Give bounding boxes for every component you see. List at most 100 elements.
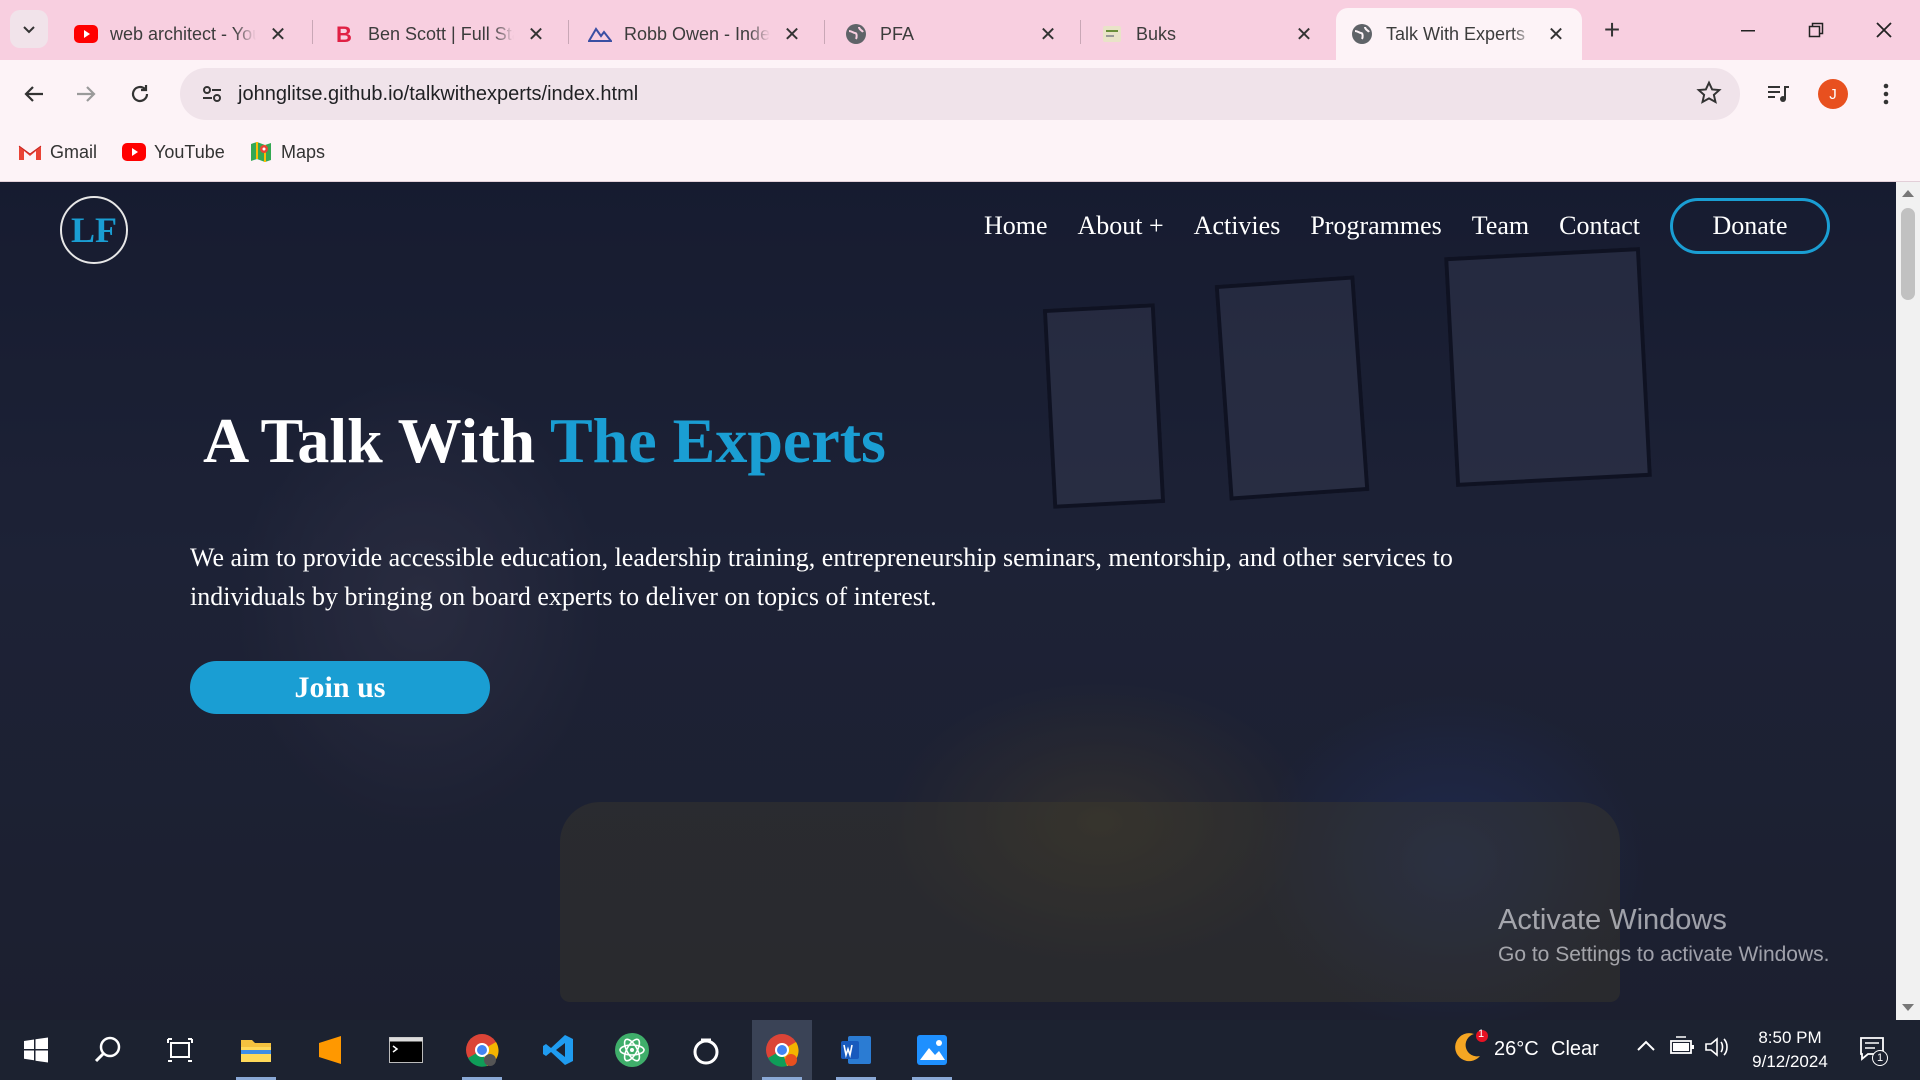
more-vertical-icon [1883,83,1889,105]
nav-home[interactable]: Home [984,211,1048,241]
weather-condition: Clear [1551,1038,1599,1060]
tab-robb-owen[interactable]: Robb Owen - Independent ✕ [574,8,818,60]
scroll-thumb[interactable] [1901,208,1915,300]
show-hidden-icons-button[interactable] [1636,1038,1656,1057]
nav-programmes[interactable]: Programmes [1310,211,1441,241]
battery-icon [1670,1036,1694,1054]
volume-button[interactable] [1704,1036,1730,1063]
profile-button[interactable]: J [1813,74,1853,114]
tab-search-button[interactable] [10,10,48,48]
tab-talk-with-experts[interactable]: Talk With Experts ✕ [1336,8,1582,60]
tab-ben-scott[interactable]: B Ben Scott | Full Stack ✕ [318,8,562,60]
nav-about[interactable]: About + [1078,211,1164,241]
tab-title: Ben Scott | Full Stack [368,23,514,44]
photos-taskbar[interactable] [902,1020,962,1080]
nav-team[interactable]: Team [1472,211,1529,241]
url-text: johnglitse.github.io/talkwithexperts/ind… [238,82,639,105]
notification-count: 1 [1872,1050,1888,1066]
hero-title-accent: The Experts [549,405,886,476]
tab-title: Buks [1136,23,1177,44]
globe-icon [1350,22,1374,46]
tab-strip: web architect - YouTube ✕ B Ben Scott | … [0,0,1920,60]
nav-activities[interactable]: Activies [1194,211,1281,241]
windows-taskbar: 1 26°C Clear 8:50 PM 9/12/2024 1 [0,1020,1920,1080]
close-icon[interactable]: ✕ [780,22,804,46]
terminal-taskbar[interactable] [376,1020,436,1080]
new-tab-button[interactable]: + [1596,14,1628,46]
folder-icon [241,1040,271,1062]
clock[interactable]: 8:50 PM 9/12/2024 [1740,1026,1840,1074]
minimize-icon [1741,30,1755,32]
bookmark-star-icon[interactable] [1696,80,1722,111]
donate-button[interactable]: Donate [1670,198,1830,254]
close-icon[interactable]: ✕ [1036,22,1060,46]
reload-icon [131,85,149,103]
chrome-profile-taskbar[interactable] [752,1020,812,1080]
weather-badge: 1 [1478,1028,1485,1040]
back-button[interactable] [14,74,54,114]
task-view-button[interactable] [150,1020,210,1080]
notifications-button[interactable]: 1 [1858,1034,1888,1069]
bookmark-youtube[interactable]: YouTube [122,140,225,164]
moon-weather-icon [1455,1030,1488,1062]
atom-taskbar[interactable] [602,1020,662,1080]
speaker-icon [1705,1037,1728,1057]
file-explorer-taskbar[interactable] [226,1020,286,1080]
globe-icon [844,22,868,46]
main-nav: Home About + Activies Programmes Team Co… [954,198,1830,254]
hero-title: A Talk With The Experts [203,404,886,478]
letter-b-icon: B [332,22,356,46]
site-logo[interactable]: LF [60,196,128,264]
bookmark-label: YouTube [154,141,225,162]
chrome-taskbar[interactable] [452,1020,512,1080]
close-icon[interactable]: ✕ [1292,22,1316,46]
watermark-subtitle: Go to Settings to activate Windows. [1498,943,1830,966]
scroll-up-arrow-icon[interactable] [1902,190,1914,197]
close-icon [1876,22,1892,38]
avatar: J [1818,79,1848,109]
bookmark-maps[interactable]: Maps [249,140,325,164]
bookmark-gmail[interactable]: Gmail [18,140,97,164]
reload-button[interactable] [120,74,160,114]
site-settings-icon[interactable] [188,68,236,120]
word-taskbar[interactable] [826,1020,886,1080]
obs-taskbar[interactable] [676,1020,736,1080]
nav-contact[interactable]: Contact [1559,211,1640,241]
close-window-button[interactable] [1854,8,1914,52]
sublime-text-taskbar[interactable] [300,1020,360,1080]
search-icon [94,1036,121,1063]
page-scrollbar[interactable] [1896,182,1920,1020]
start-button[interactable] [6,1020,66,1080]
menu-button[interactable] [1866,74,1906,114]
join-us-button[interactable]: Join us [190,661,490,714]
scroll-down-arrow-icon[interactable] [1902,1004,1914,1011]
atom-icon [615,1033,649,1067]
tab-web-architect[interactable]: web architect - YouTube ✕ [60,8,304,60]
clock-date: 9/12/2024 [1752,1052,1828,1071]
restore-icon [1808,22,1824,38]
close-icon[interactable]: ✕ [1544,22,1568,46]
tab-pfa[interactable]: PFA ✕ [830,8,1074,60]
minimize-button[interactable] [1718,8,1778,52]
site-header: LF Home About + Activies Programmes Team… [0,182,1896,272]
photos-icon [917,1035,947,1065]
close-icon[interactable]: ✕ [524,22,548,46]
tab-separator [824,20,825,44]
tab-buks[interactable]: Buks ✕ [1086,8,1330,60]
vscode-icon [543,1035,573,1065]
youtube-icon [122,140,146,164]
vscode-taskbar[interactable] [528,1020,588,1080]
close-icon[interactable]: ✕ [266,22,290,46]
task-view-icon [167,1038,193,1062]
watermark-title: Activate Windows [1498,904,1727,936]
battery-button[interactable] [1670,1036,1696,1061]
address-bar[interactable]: johnglitse.github.io/talkwithexperts/ind… [180,68,1740,120]
forward-button[interactable] [66,74,106,114]
windows-logo-icon [24,1037,48,1063]
tab-title: PFA [880,23,915,44]
search-button[interactable] [78,1020,138,1080]
restore-button[interactable] [1786,8,1846,52]
clock-time: 8:50 PM [1758,1028,1822,1047]
media-controls-button[interactable] [1758,74,1798,114]
weather-widget[interactable]: 1 [1454,1028,1490,1071]
